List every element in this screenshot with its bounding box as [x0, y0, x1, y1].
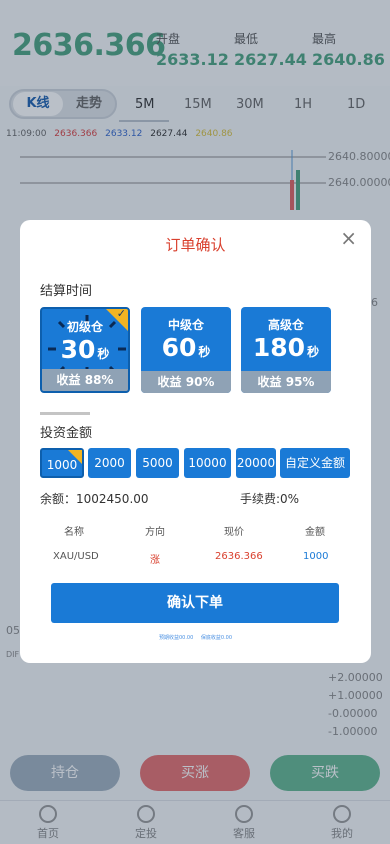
duration-card-60s[interactable]: 中级仓 60 秒 收益 90% [141, 307, 231, 393]
guaranteed-yield-note: 保底收益0.00 [200, 635, 233, 641]
amount-label: 投资金额 [40, 426, 93, 441]
table-header-name: 名称 [64, 527, 84, 538]
order-confirm-modal: 订单确认 × 结算时间 ✓ 初级仓 30 秒 收益 88% 中级仓 60 秒 收益 … [20, 220, 371, 663]
card-seconds-value: 180 [252, 333, 306, 362]
card-seconds-value: 30 [60, 335, 96, 364]
card-yield: 收益 95% [241, 371, 331, 393]
amount-option-2000[interactable]: 2000 [88, 448, 131, 478]
card-seconds-unit: 秒 [97, 347, 110, 361]
card-yield: 收益 88% [42, 369, 128, 391]
card-name: 初级仓 [66, 320, 103, 334]
amount-option-5000[interactable]: 5000 [136, 448, 179, 478]
amount-option-20000[interactable]: 20000 [236, 448, 276, 478]
duration-card-30s[interactable]: ✓ 初级仓 30 秒 收益 88% [40, 307, 130, 393]
confirm-order-button[interactable]: 确认下单 [51, 583, 339, 623]
order-amount: 1000 [303, 551, 329, 562]
card-seconds-unit: 秒 [198, 345, 211, 359]
section-divider [40, 412, 90, 415]
card-name: 中级仓 [167, 318, 204, 332]
card-name: 高级仓 [267, 318, 304, 332]
duration-card-180s[interactable]: 高级仓 180 秒 收益 95% [241, 307, 331, 393]
table-header-amount: 金额 [305, 527, 325, 538]
balance-text: 余额：1002450.00 [40, 492, 149, 506]
custom-amount-button[interactable]: 自定义金额 [280, 448, 350, 478]
settle-time-label: 结算时间 [40, 284, 93, 299]
card-seconds: 60 秒 [141, 333, 231, 362]
order-direction: 涨 [150, 555, 160, 566]
modal-title: 订单确认 [165, 236, 226, 254]
amount-option-10000[interactable]: 10000 [184, 448, 231, 478]
fee-text: 手续费:0% [240, 492, 300, 506]
expected-yield-note: 预期收益00.00 [158, 635, 194, 641]
card-seconds: 180 秒 [241, 333, 331, 362]
card-yield: 收益 90% [141, 371, 231, 393]
table-header-price: 现价 [224, 527, 244, 538]
amount-option-1000[interactable]: 1000 [40, 448, 84, 478]
order-price: 2636.366 [215, 551, 263, 562]
card-seconds-value: 60 [161, 333, 197, 362]
order-name: XAU/USD [53, 551, 99, 562]
table-header-direction: 方向 [145, 527, 165, 538]
card-seconds: 30 秒 [42, 335, 128, 364]
close-icon[interactable]: × [340, 226, 357, 250]
card-seconds-unit: 秒 [307, 345, 320, 359]
selected-corner-badge [68, 450, 82, 464]
modal-footer-notes: 预期收益00.00 保底收益0.00 [20, 634, 371, 641]
